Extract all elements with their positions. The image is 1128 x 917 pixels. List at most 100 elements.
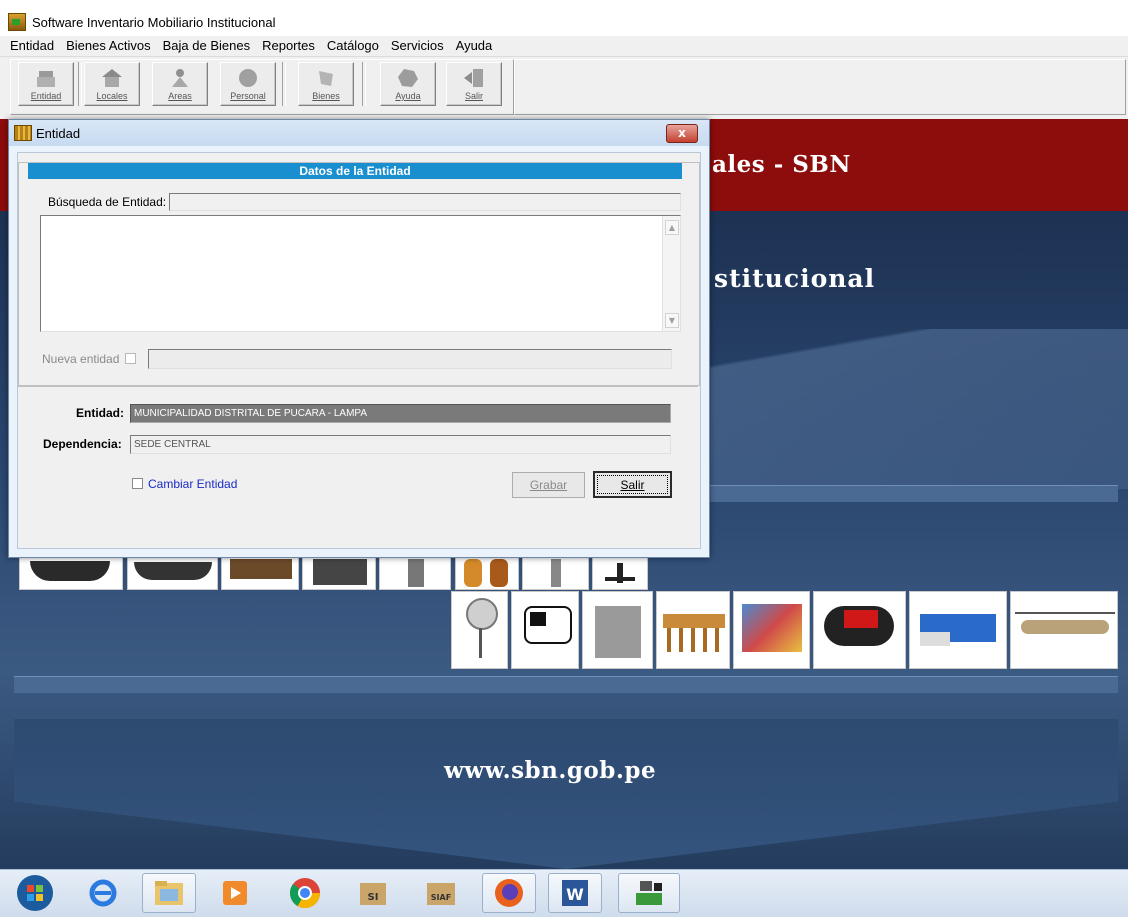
guitar-shape xyxy=(490,559,508,587)
house-icon xyxy=(102,69,122,87)
thumb-phone xyxy=(19,556,123,590)
taskbar-ie[interactable] xyxy=(76,873,130,913)
fan-shape xyxy=(479,628,482,658)
menu-reportes[interactable]: Reportes xyxy=(256,36,321,56)
taskbar-firefox[interactable] xyxy=(482,873,536,913)
toolbar-separator xyxy=(362,62,366,106)
thumb-printer xyxy=(302,556,376,590)
siaf-icon: SIAF xyxy=(427,883,455,905)
truck-shape xyxy=(920,632,950,646)
thumb-keyboard xyxy=(127,556,218,590)
entidad-results-list[interactable]: ▲ ▼ xyxy=(40,215,681,332)
entidad-dialog: Entidad x Datos de la Entidad Búsqueda d… xyxy=(8,119,710,558)
toolbar-bienes-button[interactable]: Bienes xyxy=(298,62,354,106)
chair-shape xyxy=(605,577,635,581)
toolbar: Entidad Locales Areas Personal Bienes Ay… xyxy=(0,57,1128,119)
help-icon xyxy=(398,69,418,87)
taskbar-word[interactable]: W xyxy=(548,873,602,913)
toolbar-locales-label: Locales xyxy=(96,91,128,101)
menu-servicios[interactable]: Servicios xyxy=(385,36,450,56)
toolbar-salir-button[interactable]: Salir xyxy=(446,62,502,106)
inventory-app-icon xyxy=(636,881,662,905)
nueva-entidad-input[interactable] xyxy=(148,349,672,369)
busqueda-label: Búsqueda de Entidad: xyxy=(48,195,167,209)
books-icon xyxy=(14,125,32,141)
helicopter-shape xyxy=(1015,612,1115,614)
taskbar-inventory-app[interactable] xyxy=(618,873,680,913)
svg-text:SI: SI xyxy=(368,892,379,903)
thumb-guitars xyxy=(455,556,519,590)
nueva-entidad-checkbox[interactable] xyxy=(125,353,136,364)
svg-text:SIAF: SIAF xyxy=(431,893,451,902)
chrome-icon xyxy=(290,878,320,909)
goods-icon xyxy=(319,71,333,86)
toolbar-ayuda-label: Ayuda xyxy=(395,91,421,101)
building-icon xyxy=(37,71,55,87)
menu-baja-de-bienes[interactable]: Baja de Bienes xyxy=(157,36,256,56)
exit-door-icon xyxy=(464,69,483,87)
toolbar-salir-label: Salir xyxy=(464,91,483,101)
thumb-chair xyxy=(592,556,648,590)
motorcycle-shape xyxy=(844,610,878,628)
menu-ayuda[interactable]: Ayuda xyxy=(450,36,499,56)
dialog-titlebar[interactable]: Entidad x xyxy=(9,120,709,146)
people-icon xyxy=(172,69,188,87)
phone-shape xyxy=(30,561,110,581)
toolbar-frame-right xyxy=(514,59,1126,115)
toolbar-ayuda-button[interactable]: Ayuda xyxy=(380,62,436,106)
firefox-icon xyxy=(495,879,523,907)
entidad-field: MUNICIPALIDAD DISTRITAL DE PUCARA - LAMP… xyxy=(130,404,671,423)
list-scrollbar[interactable]: ▲ ▼ xyxy=(662,216,680,331)
thumb-copier xyxy=(582,591,653,669)
taskbar-explorer[interactable] xyxy=(142,873,196,913)
taskbar-sia[interactable]: SI xyxy=(346,873,400,913)
app-titlebar: Software Inventario Mobiliario Instituci… xyxy=(0,8,1128,36)
dialog-close-button[interactable]: x xyxy=(666,124,698,143)
thumb-table xyxy=(656,591,730,669)
cambiar-entidad-checkbox[interactable] xyxy=(132,478,143,489)
copier-shape xyxy=(595,606,641,658)
banner-text: ales - SBN xyxy=(712,151,851,178)
salir-button[interactable]: Salir xyxy=(593,471,672,498)
menu-catalogo[interactable]: Catálogo xyxy=(321,36,385,56)
thumb-motorcycle xyxy=(813,591,906,669)
toolbar-personal-button[interactable]: Personal xyxy=(220,62,276,106)
scroll-down-arrow-icon[interactable]: ▼ xyxy=(665,313,679,328)
cambiar-entidad-label[interactable]: Cambiar Entidad xyxy=(148,477,237,491)
taskbar-chrome[interactable] xyxy=(278,873,332,913)
thumb-machine xyxy=(379,556,451,590)
dialog-title: Entidad xyxy=(36,125,81,141)
thumb-cow xyxy=(511,591,579,669)
busqueda-input[interactable] xyxy=(169,193,681,211)
toolbar-areas-button[interactable]: Areas xyxy=(152,62,208,106)
nueva-entidad-label: Nueva entidad xyxy=(42,352,120,366)
website-url: www.sbn.gob.pe xyxy=(444,757,657,784)
background-stripe xyxy=(14,676,1118,693)
taskbar-media[interactable] xyxy=(208,873,262,913)
toolbar-personal-label: Personal xyxy=(230,91,266,101)
taskbar-siaf[interactable]: SIAF xyxy=(414,873,468,913)
helicopter-shape xyxy=(1021,620,1109,634)
toolbar-entidad-button[interactable]: Entidad xyxy=(18,62,74,106)
start-orb-icon xyxy=(17,875,53,911)
equipment-shape xyxy=(742,604,802,652)
svg-text:W: W xyxy=(566,885,584,904)
start-button[interactable] xyxy=(8,873,62,913)
table-shape xyxy=(667,628,721,652)
internet-explorer-icon xyxy=(89,879,117,907)
grabar-button[interactable]: Grabar xyxy=(512,472,585,498)
toolbar-locales-button[interactable]: Locales xyxy=(84,62,140,106)
scroll-up-arrow-icon[interactable]: ▲ xyxy=(665,220,679,235)
file-explorer-icon xyxy=(155,881,183,905)
menu-entidad[interactable]: Entidad xyxy=(0,36,60,56)
taskbar: SI SIAF W xyxy=(0,869,1128,917)
machine-shape xyxy=(408,559,424,587)
thumb-fan xyxy=(451,591,508,669)
toolbar-separator xyxy=(282,62,286,106)
media-player-icon xyxy=(223,881,247,905)
menu-bienes-activos[interactable]: Bienes Activos xyxy=(60,36,157,56)
toolbar-entidad-label: Entidad xyxy=(30,91,62,101)
dependencia-label: Dependencia: xyxy=(43,437,122,451)
dependencia-field: SEDE CENTRAL xyxy=(130,435,671,454)
fan-shape xyxy=(466,598,498,630)
